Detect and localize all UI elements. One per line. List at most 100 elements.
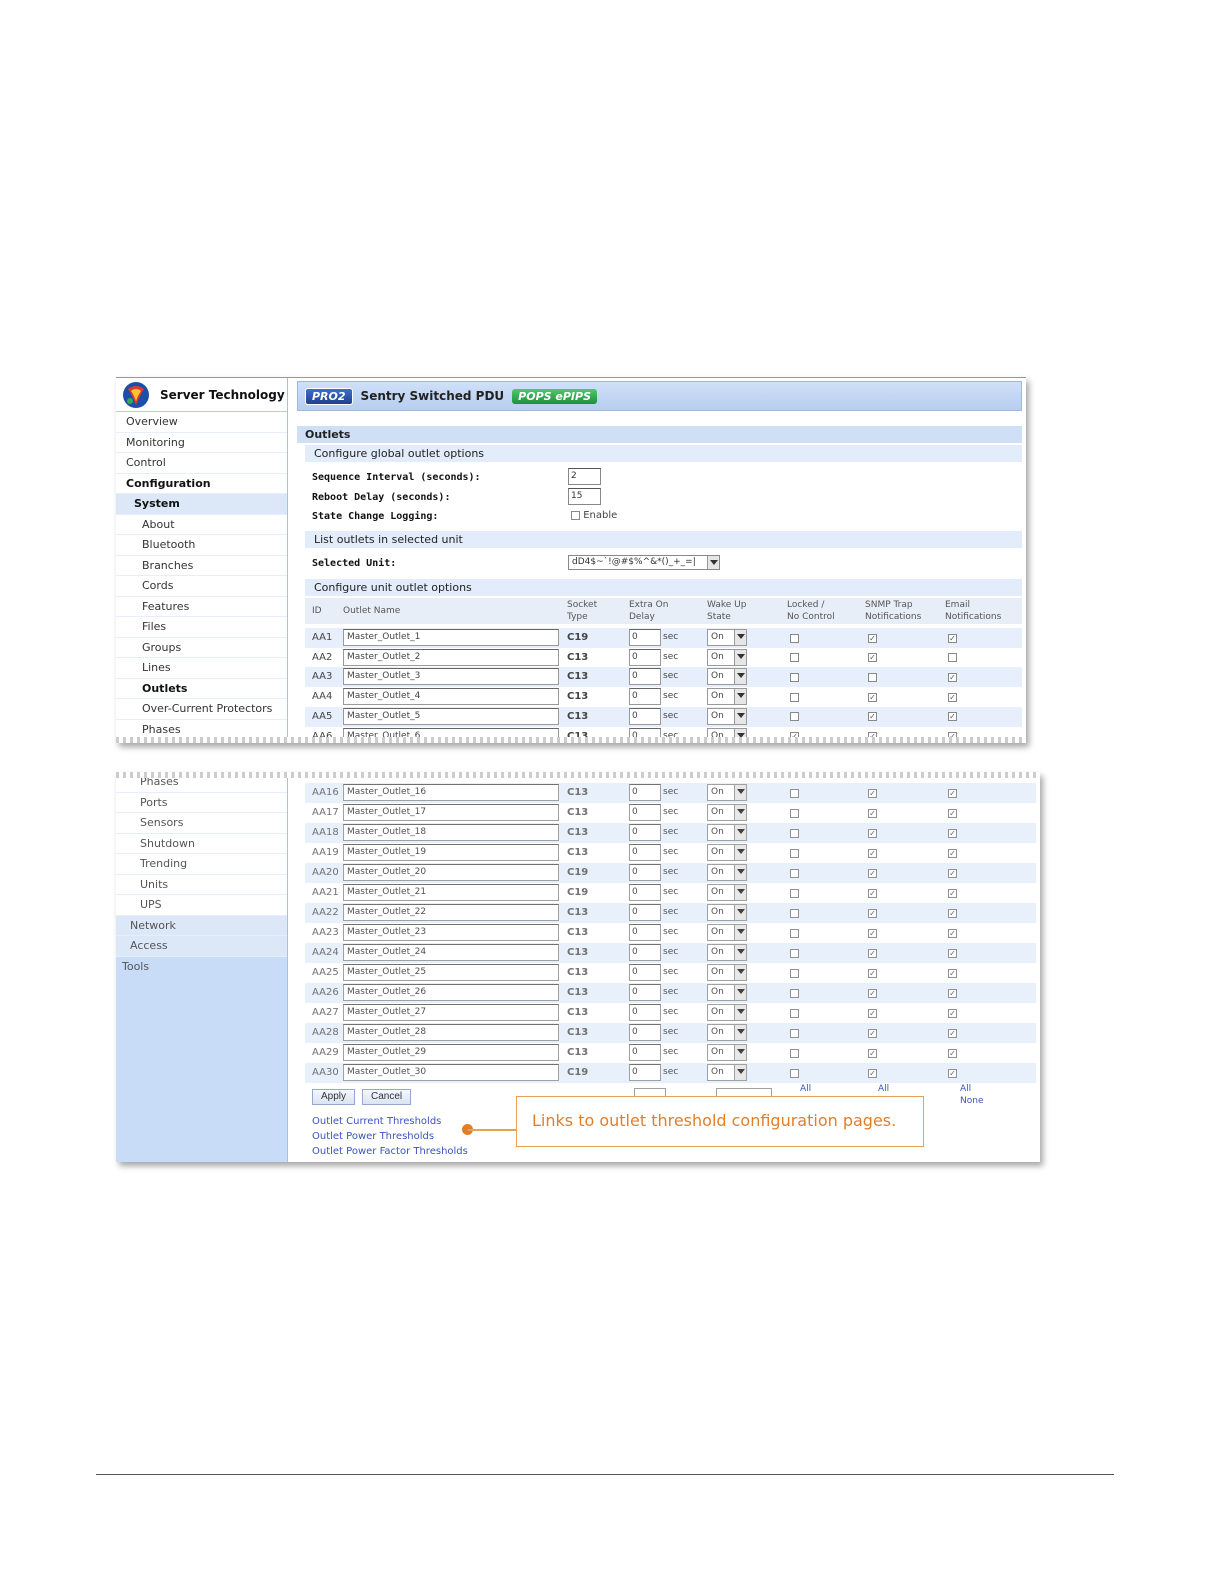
chevron-down-icon[interactable]	[734, 825, 746, 840]
extra-on-delay-input[interactable]: 0	[629, 824, 661, 841]
outlet-name-input[interactable]: Master_Outlet_4	[343, 688, 559, 706]
outlet-name-input[interactable]: Master_Outlet_16	[343, 784, 559, 801]
email-notification-checkbox[interactable]: ✓	[948, 1068, 957, 1078]
wake-up-state-select[interactable]: On	[707, 629, 747, 646]
locked-checkbox[interactable]	[790, 633, 799, 643]
extra-on-delay-input[interactable]: 0	[629, 964, 661, 981]
outlet-name-input[interactable]: Master_Outlet_27	[343, 1004, 559, 1021]
locked-checkbox[interactable]	[790, 672, 799, 682]
extra-on-delay-input[interactable]: 0	[629, 1044, 661, 1061]
snmp-trap-checkbox[interactable]: ✓	[868, 908, 877, 918]
chevron-down-icon[interactable]	[734, 689, 746, 705]
outlet-name-input[interactable]: Master_Outlet_18	[343, 824, 559, 841]
wake-up-state-select[interactable]: On	[707, 824, 747, 841]
chevron-down-icon[interactable]	[734, 669, 746, 685]
wake-up-state-select[interactable]: On	[707, 707, 747, 725]
outlet-name-input[interactable]: Master_Outlet_6	[343, 727, 559, 743]
sidebar-item-overview[interactable]: Overview	[116, 412, 287, 433]
chevron-down-icon[interactable]	[734, 905, 746, 920]
email-notification-checkbox[interactable]: ✓	[948, 692, 957, 702]
extra-on-delay-input[interactable]: 0	[629, 944, 661, 961]
snmp-trap-checkbox[interactable]: ✓	[868, 1048, 877, 1058]
wake-up-state-select[interactable]: On	[707, 1064, 747, 1081]
sequence-interval-input[interactable]: 2	[568, 468, 601, 485]
extra-on-delay-input[interactable]: 0	[629, 629, 661, 646]
snmp-trap-checkbox[interactable]: ✓	[868, 928, 877, 938]
email-notification-checkbox[interactable]: ✓	[948, 788, 957, 798]
extra-on-delay-input[interactable]: 0	[629, 1064, 661, 1081]
chevron-down-icon[interactable]	[734, 985, 746, 1000]
outlet-power-factor-thresholds-link[interactable]: Outlet Power Factor Thresholds	[312, 1146, 468, 1157]
lock-all-link[interactable]: All	[800, 1084, 811, 1094]
sidebar-item-cords[interactable]: Cords	[116, 576, 287, 597]
snmp-trap-checkbox[interactable]: ✓	[868, 788, 877, 798]
logging-enable-option[interactable]: Enable	[571, 510, 617, 521]
sidebar-item-outlets[interactable]: Outlets	[116, 678, 287, 699]
wake-up-state-select[interactable]: On	[707, 924, 747, 941]
sidebar-item-ups[interactable]: UPS	[116, 895, 287, 916]
wake-up-state-select[interactable]: On	[707, 1024, 747, 1041]
sidebar-item-bluetooth[interactable]: Bluetooth	[116, 535, 287, 556]
extra-on-delay-input[interactable]: 0	[629, 984, 661, 1001]
extra-on-delay-input[interactable]: 0	[629, 668, 661, 686]
wake-up-state-select[interactable]: On	[707, 864, 747, 881]
email-notification-checkbox[interactable]: ✓	[948, 988, 957, 998]
wake-up-state-select[interactable]: On	[707, 804, 747, 821]
extra-on-delay-input[interactable]: 0	[629, 1024, 661, 1041]
chevron-down-icon[interactable]	[734, 728, 746, 743]
email-notification-checkbox[interactable]: ✓	[948, 908, 957, 918]
chevron-down-icon[interactable]	[734, 708, 746, 724]
snmp-trap-checkbox[interactable]: ✓	[868, 968, 877, 978]
locked-checkbox[interactable]	[790, 808, 799, 818]
wake-up-state-select[interactable]: On	[707, 944, 747, 961]
chevron-down-icon[interactable]	[734, 1005, 746, 1020]
selected-unit-select[interactable]: dD4$~`!@#$%^&*()_+_=|	[568, 555, 720, 570]
reboot-delay-input[interactable]: 15	[568, 488, 601, 505]
snmp-trap-checkbox[interactable]: ✓	[868, 848, 877, 858]
snmp-trap-checkbox[interactable]: ✓	[868, 988, 877, 998]
snmp-trap-checkbox[interactable]: ✓	[868, 828, 877, 838]
wake-up-state-select[interactable]: On	[707, 964, 747, 981]
locked-checkbox[interactable]: ✓	[790, 732, 799, 741]
chevron-down-icon[interactable]	[734, 865, 746, 880]
outlet-name-input[interactable]: Master_Outlet_20	[343, 864, 559, 881]
snmp-trap-checkbox[interactable]: ✓	[868, 808, 877, 818]
chevron-down-icon[interactable]	[734, 925, 746, 940]
outlet-name-input[interactable]: Master_Outlet_2	[343, 648, 559, 666]
email-notification-checkbox[interactable]: ✓	[948, 928, 957, 938]
outlet-name-input[interactable]: Master_Outlet_22	[343, 904, 559, 921]
sidebar-item-phases[interactable]: Phases	[116, 719, 287, 740]
sidebar-item-shutdown[interactable]: Shutdown	[116, 833, 287, 854]
locked-checkbox[interactable]	[790, 788, 799, 798]
email-notification-checkbox[interactable]: ✓	[948, 968, 957, 978]
chevron-down-icon[interactable]	[734, 1045, 746, 1060]
locked-checkbox[interactable]	[790, 988, 799, 998]
locked-checkbox[interactable]	[790, 868, 799, 878]
email-all-link[interactable]: All	[960, 1084, 971, 1094]
extra-on-delay-input[interactable]: 0	[629, 844, 661, 861]
extra-on-delay-input[interactable]: 0	[629, 884, 661, 901]
extra-on-delay-input[interactable]: 0	[629, 784, 661, 801]
snmp-trap-checkbox[interactable]: ✓	[868, 732, 877, 741]
sidebar-item-about[interactable]: About	[116, 514, 287, 535]
sidebar-item-phases[interactable]: Phases	[116, 772, 287, 793]
chevron-down-icon[interactable]	[734, 630, 746, 645]
chevron-down-icon[interactable]	[734, 1025, 746, 1040]
outlet-name-input[interactable]: Master_Outlet_26	[343, 984, 559, 1001]
email-notification-checkbox[interactable]: ✓	[948, 808, 957, 818]
extra-on-delay-input[interactable]: 0	[629, 727, 661, 743]
outlet-name-input[interactable]: Master_Outlet_21	[343, 884, 559, 901]
cancel-button[interactable]: Cancel	[362, 1089, 412, 1105]
snmp-trap-checkbox[interactable]: ✓	[868, 888, 877, 898]
sidebar-item-trending[interactable]: Trending	[116, 854, 287, 875]
extra-on-delay-input[interactable]: 0	[629, 648, 661, 666]
email-notification-checkbox[interactable]: ✓	[948, 868, 957, 878]
locked-checkbox[interactable]	[790, 712, 799, 722]
snmp-trap-checkbox[interactable]: ✓	[868, 692, 877, 702]
sidebar-item-network[interactable]: Network	[116, 915, 287, 936]
chevron-down-icon[interactable]	[734, 945, 746, 960]
email-notification-checkbox[interactable]: ✓	[948, 1028, 957, 1038]
extra-on-delay-input[interactable]: 0	[629, 924, 661, 941]
snmp-trap-checkbox[interactable]: ✓	[868, 712, 877, 722]
wake-up-state-select[interactable]: On	[707, 668, 747, 686]
